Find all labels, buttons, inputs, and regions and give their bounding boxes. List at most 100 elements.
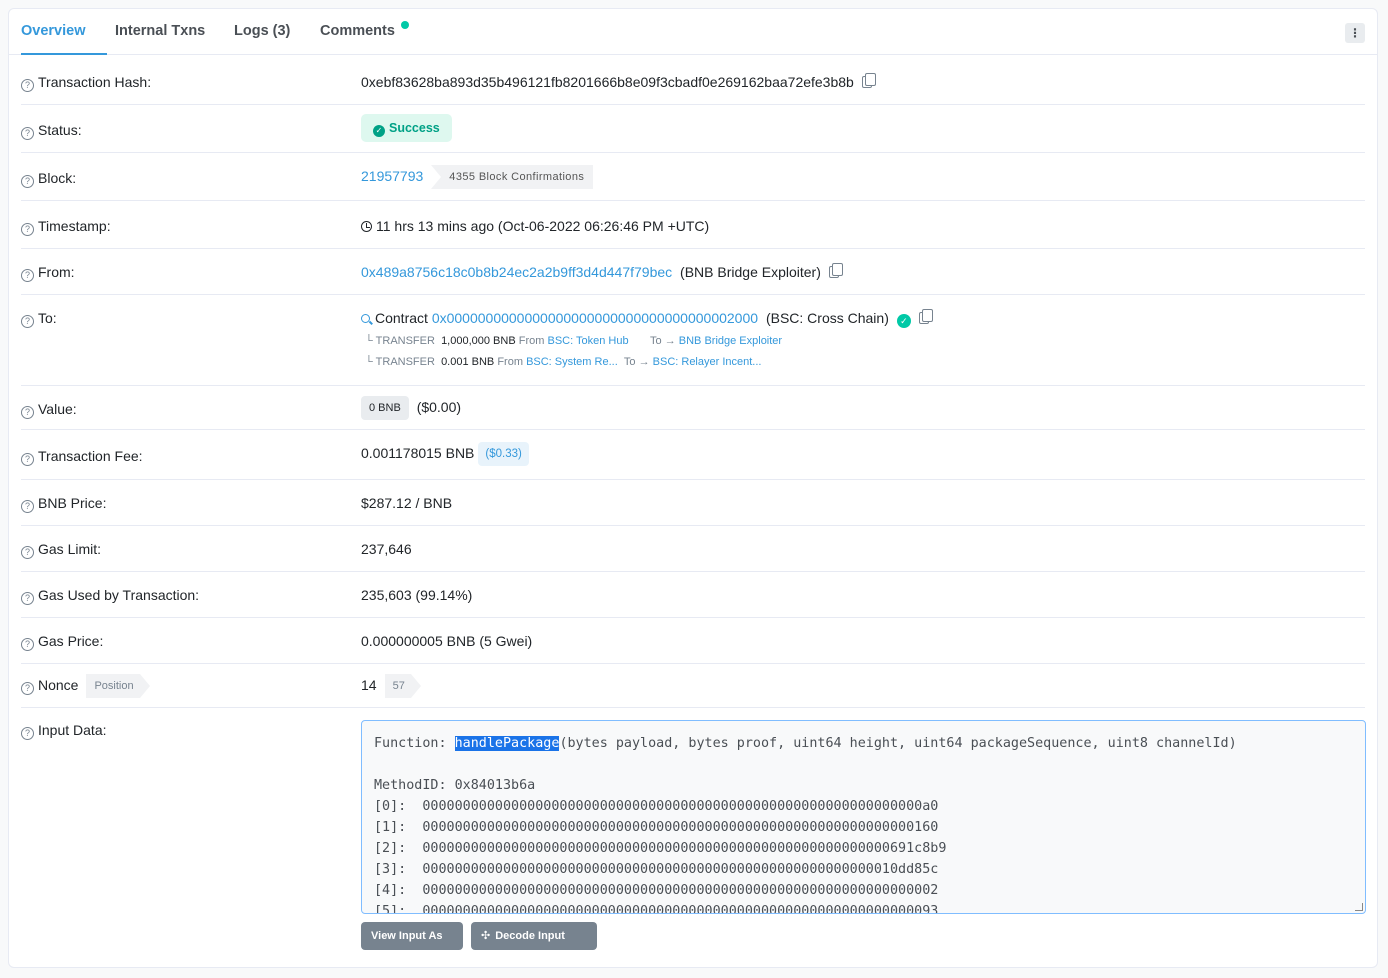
label-text: To: — [38, 310, 57, 326]
transfer-from-link[interactable]: BSC: System Re... — [526, 356, 618, 368]
field-label: ? Nonce Position — [21, 674, 150, 698]
row-gas-limit: ? Gas Limit: 237,646 — [21, 526, 1365, 572]
tab-comments[interactable]: Comments — [320, 9, 409, 55]
transfer-amount: 0.001 BNB — [441, 356, 495, 368]
field-value: 11 hrs 13 mins ago (Oct-06-2022 06:26:46… — [361, 218, 709, 234]
question-icon[interactable]: ? — [21, 269, 34, 282]
transfer-to-link[interactable]: BNB Bridge Exploiter — [679, 335, 782, 347]
more-options-button[interactable]: ⋮ — [1345, 23, 1365, 43]
question-icon[interactable]: ? — [21, 727, 34, 740]
tab-label: Comments — [320, 23, 395, 39]
function-prefix: Function: — [374, 736, 455, 751]
resize-handle[interactable] — [1355, 903, 1363, 911]
more-vertical-icon: ⋮ — [1349, 26, 1361, 40]
tab-bar: Overview Internal Txns Logs (3) Comments… — [9, 9, 1377, 55]
value-amount-badge: 0 BNB — [361, 396, 409, 420]
row-nonce: ? Nonce Position 14 57 — [21, 664, 1365, 708]
transfer-from-link[interactable]: BSC: Token Hub — [547, 335, 628, 347]
field-label: ? Transaction Fee: — [21, 448, 143, 466]
tx-hash-value: 0xebf83628ba893d35b496121fb8201666b8e09f… — [361, 74, 854, 90]
function-name: handlePackage — [454, 736, 560, 751]
label-text: Gas Price: — [38, 633, 104, 649]
field-label: ? From: — [21, 264, 75, 282]
field-label: ? Transaction Hash: — [21, 74, 151, 92]
question-icon[interactable]: ? — [21, 79, 34, 92]
copy-icon[interactable] — [861, 73, 876, 88]
field-label: ? Value: — [21, 401, 77, 419]
field-value: ✓ Success — [361, 114, 452, 142]
question-icon[interactable]: ? — [21, 500, 34, 513]
row-transaction-fee: ? Transaction Fee: 0.001178015 BNB ($0.33) — [21, 430, 1365, 480]
view-input-as-button[interactable]: View Input As — [361, 922, 463, 967]
question-icon[interactable]: ? — [21, 406, 34, 419]
question-icon[interactable]: ? — [21, 546, 34, 559]
row-to: ? To: Contract 0x000000000000000000000000… — [21, 295, 1365, 386]
fee-usd-badge: ($0.33) — [478, 442, 529, 466]
from-address-link[interactable]: 0x489a8756c18c0b8b24ec2a2b9ff3d4d447f79b… — [361, 264, 672, 280]
transfer-line: └ TRANSFER 1,000,000 BNB From BSC: Token… — [365, 335, 783, 347]
transfer-kind: TRANSFER — [375, 356, 435, 368]
block-confirmations-badge: 4355 Block Confirmations — [431, 165, 594, 189]
copy-icon[interactable] — [828, 263, 843, 278]
value-usd: ($0.00) — [416, 399, 462, 415]
copy-icon[interactable] — [918, 309, 933, 324]
tab-logs[interactable]: Logs (3) — [234, 9, 290, 55]
to-address-link[interactable]: 0x00000000000000000000000000000000000020… — [432, 310, 758, 326]
question-icon[interactable]: ? — [21, 453, 34, 466]
label-text: BNB Price: — [38, 495, 107, 511]
button-label: Decode Input Data — [481, 930, 565, 970]
status-badge: ✓ Success — [361, 114, 452, 142]
transfer-to-link[interactable]: BSC: Relayer Incent... — [653, 356, 762, 368]
tab-internal-txns[interactable]: Internal Txns — [115, 9, 205, 55]
chevron-down-icon — [379, 958, 388, 967]
function-args: (bytes payload, bytes proof, uint64 heig… — [559, 736, 1237, 751]
field-value: 21957793 4355 Block Confirmations — [361, 165, 594, 189]
label-text: From: — [38, 264, 75, 280]
question-icon[interactable]: ? — [21, 638, 34, 651]
status-text: Success — [389, 121, 440, 135]
gas-price-value: 0.000000005 BNB (5 Gwei) — [361, 633, 533, 649]
field-label: ? To: — [21, 310, 57, 328]
row-bnb-price: ? BNB Price: $287.12 / BNB — [21, 480, 1365, 526]
decode-input-data-button[interactable]: ✣ Decode Input Data — [471, 922, 597, 970]
search-icon — [361, 314, 370, 323]
field-value: 0.001178015 BNB ($0.33) — [361, 442, 529, 466]
function-line: Function: handlePackage(bytes payload, b… — [374, 733, 1353, 754]
question-icon[interactable]: ? — [21, 223, 34, 236]
position-value: 57 — [384, 674, 422, 698]
tab-overview[interactable]: Overview — [21, 9, 107, 55]
row-timestamp: ? Timestamp: 11 hrs 13 mins ago (Oct-06-2… — [21, 201, 1365, 249]
question-icon[interactable]: ? — [21, 175, 34, 188]
field-value: Contract 0x00000000000000000000000000000… — [361, 309, 933, 328]
method-id: MethodID: 0x84013b6a — [374, 778, 536, 793]
label-text: Transaction Fee: — [38, 448, 143, 464]
param-line: [0]: 00000000000000000000000000000000000… — [374, 799, 939, 814]
question-icon[interactable]: ? — [21, 127, 34, 140]
button-label: View Input As — [371, 930, 443, 942]
transfer-from-label: From — [518, 335, 545, 347]
field-label: ? Gas Used by Transaction: — [21, 587, 199, 605]
transfer-to-label: To → — [650, 335, 676, 347]
block-number-link[interactable]: 21957793 — [361, 168, 423, 184]
transaction-card: Overview Internal Txns Logs (3) Comments… — [8, 8, 1378, 970]
transfer-from-label: From — [497, 356, 523, 368]
input-data-textarea[interactable]: Function: handlePackage(bytes payload, b… — [361, 720, 1366, 914]
transfer-amount: 1,000,000 BNB — [441, 335, 516, 347]
label-text: Timestamp: — [38, 218, 111, 234]
input-data-label: ? Input Data: — [21, 722, 107, 740]
row-gas-price: ? Gas Price: 0.000000005 BNB (5 Gwei) — [21, 618, 1365, 664]
puzzle-icon: ✣ — [481, 930, 491, 942]
field-value: 235,603 (99.14%) — [361, 587, 472, 603]
bnb-price-value: $287.12 / BNB — [361, 495, 453, 511]
param-line: [5]: 00000000000000000000000000000000000… — [374, 904, 939, 914]
row-from: ? From: 0x489a8756c18c0b8b24ec2a2b9ff3d4d… — [21, 249, 1365, 295]
notification-dot — [400, 21, 409, 29]
question-icon[interactable]: ? — [21, 592, 34, 605]
gas-limit-value: 237,646 — [361, 541, 412, 557]
label-text: Input Data: — [38, 722, 107, 738]
fee-amount: 0.001178015 BNB — [361, 445, 475, 461]
field-label: ? BNB Price: — [21, 495, 106, 513]
transfer-kind: TRANSFER — [375, 335, 435, 347]
question-icon[interactable]: ? — [21, 315, 34, 328]
question-icon[interactable]: ? — [21, 682, 34, 695]
